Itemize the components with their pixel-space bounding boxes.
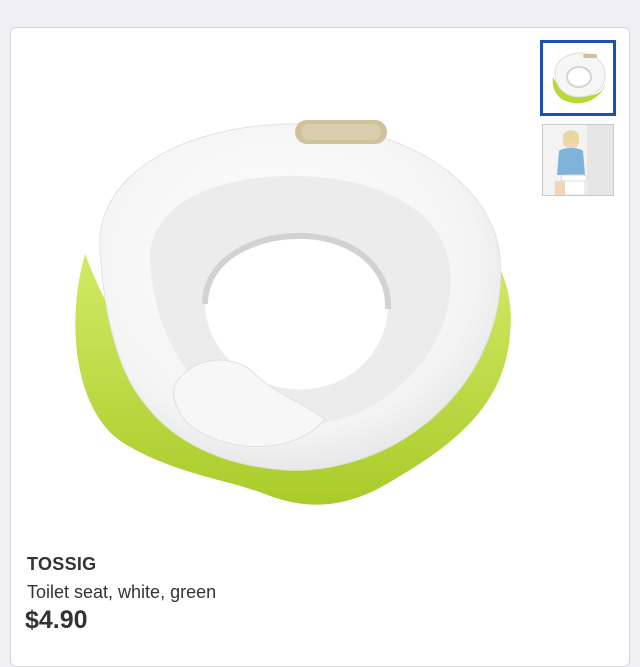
- product-card: TOSSIG Toilet seat, white, green $4.90: [10, 27, 630, 667]
- product-name: TOSSIG: [27, 554, 97, 574]
- toilet-seat-thumbnail-image: [552, 52, 606, 104]
- thumbnail-toilet-seat[interactable]: [540, 40, 616, 116]
- child-on-toilet-thumbnail-image: [543, 125, 613, 195]
- thumbnail-child-on-toilet[interactable]: [542, 124, 614, 196]
- main-product-image: [75, 120, 511, 505]
- product-description: Toilet seat, white, green: [27, 582, 217, 602]
- product-price: $4.90: [25, 606, 88, 634]
